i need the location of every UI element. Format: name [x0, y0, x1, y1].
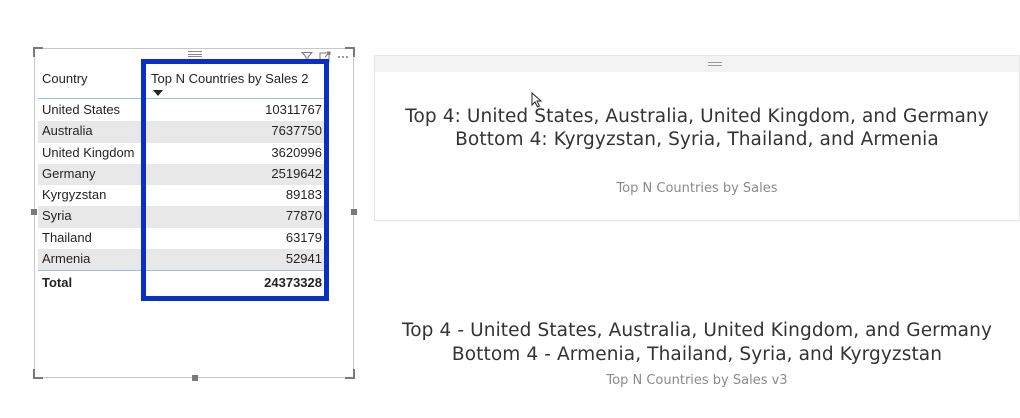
cell-value: 3620996: [271, 144, 322, 160]
cell-value: 2519642: [271, 165, 322, 181]
resize-handle-bottom-right[interactable]: [345, 369, 355, 379]
card-visual-top-n-v3[interactable]: Top 4 - United States, Australia, United…: [374, 310, 1020, 410]
more-options-icon[interactable]: [337, 51, 349, 63]
cell-country: United States: [42, 102, 121, 117]
table-row[interactable]: Thailand 63179: [38, 228, 327, 249]
table-row[interactable]: Germany 2519642: [38, 163, 327, 186]
header-divider: [38, 98, 325, 99]
column-header-top-n-sales[interactable]: Top N Countries by Sales 2: [151, 71, 309, 91]
cell-value: 52941: [285, 251, 322, 267]
card-caption: Top N Countries by Sales: [616, 181, 778, 196]
table-row[interactable]: Armenia 52941: [38, 249, 327, 271]
cell-value: 77870: [285, 208, 322, 224]
total-value: 24373328: [264, 275, 322, 290]
card-line-bottom: Bottom 4 - Armenia, Thailand, Syria, and…: [451, 344, 943, 365]
total-row[interactable]: Total 24373328: [38, 273, 327, 293]
card-line-top: Top 4: United States, Australia, United …: [405, 106, 989, 127]
resize-handle-bottom-left[interactable]: [33, 369, 43, 379]
cell-country: Thailand: [42, 229, 92, 245]
sort-descending-icon[interactable]: [153, 90, 163, 96]
cell-value: 7637750: [271, 123, 322, 139]
visual-header-strip: [375, 56, 1019, 72]
resize-handle-top-left[interactable]: [33, 47, 43, 57]
focus-mode-icon[interactable]: [319, 51, 331, 63]
cell-value: 89183: [285, 187, 322, 203]
drag-grip-icon[interactable]: [708, 62, 722, 66]
cell-country: Armenia: [42, 251, 91, 267]
table-visual[interactable]: Country Top N Countries by Sales 2 Unite…: [31, 47, 357, 381]
column-header-country[interactable]: Country: [42, 71, 88, 91]
card-caption: Top N Countries by Sales v3: [606, 373, 788, 388]
cell-country: Syria: [42, 208, 72, 224]
table-row[interactable]: United States 10311767: [38, 100, 327, 121]
total-divider: [38, 270, 325, 271]
total-label: Total: [42, 275, 73, 290]
cell-value: 10311767: [265, 102, 322, 117]
card-line-bottom: Bottom 4: Kyrgyzstan, Syria, Thailand, a…: [455, 129, 939, 150]
table-row[interactable]: Syria 77870: [38, 206, 327, 228]
mouse-cursor-icon: [531, 92, 543, 108]
cell-country: United Kingdom: [42, 144, 135, 160]
table-row[interactable]: Australia 7637750: [38, 121, 327, 143]
cell-country: Australia: [42, 123, 93, 139]
cell-country: Kyrgyzstan: [42, 187, 107, 203]
table-row[interactable]: Kyrgyzstan 89183: [38, 185, 327, 206]
resize-handle-bottom[interactable]: [192, 375, 198, 381]
drag-grip-icon[interactable]: [188, 51, 202, 57]
visual-header-toolbar: [301, 50, 349, 64]
cell-country: Germany: [42, 165, 96, 181]
resize-handle-left[interactable]: [31, 209, 37, 215]
table-row[interactable]: United Kingdom 3620996: [38, 143, 327, 164]
filter-icon[interactable]: [301, 51, 313, 63]
cell-value: 63179: [285, 229, 322, 245]
card-line-top: Top 4 - United States, Australia, United…: [402, 320, 992, 341]
resize-handle-right[interactable]: [351, 209, 357, 215]
table-body: United States 10311767 Australia 7637750 U…: [38, 100, 327, 271]
card-visual-top-n[interactable]: Top 4: United States, Australia, United …: [374, 55, 1020, 221]
